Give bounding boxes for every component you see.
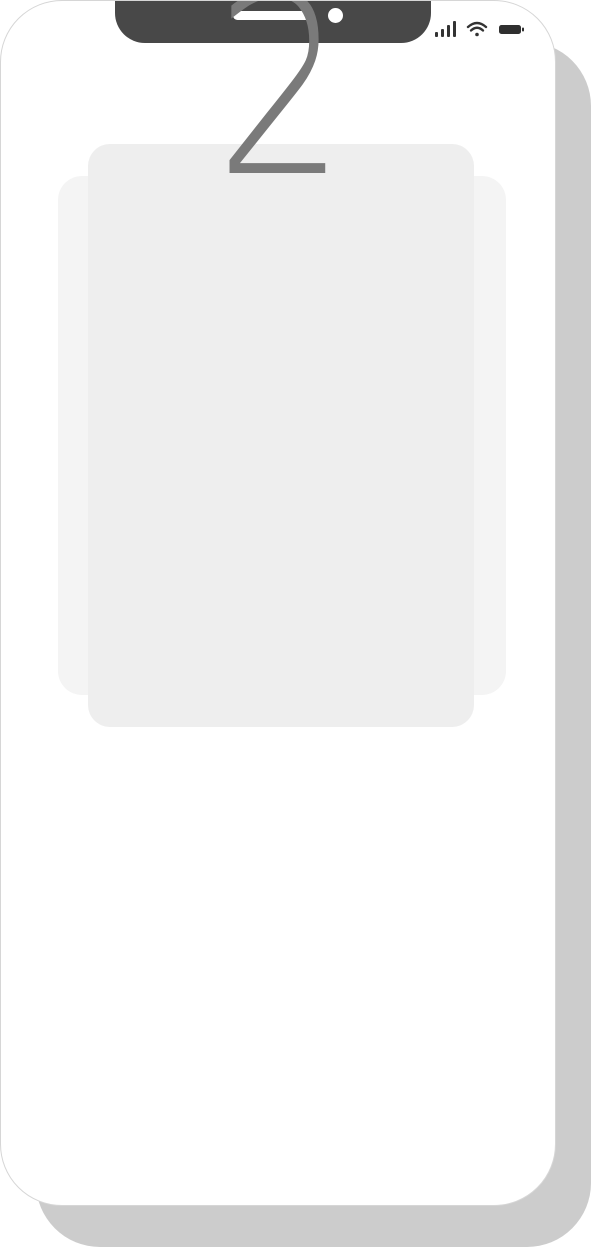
- card-number: 2: [88, 0, 474, 382]
- carousel-card[interactable]: 2: [88, 1, 474, 727]
- device-mockup: 2: [0, 0, 591, 1249]
- phone-screen: 2: [0, 0, 556, 1206]
- battery-icon: [499, 25, 524, 34]
- card-number-label: 2: [215, 0, 347, 232]
